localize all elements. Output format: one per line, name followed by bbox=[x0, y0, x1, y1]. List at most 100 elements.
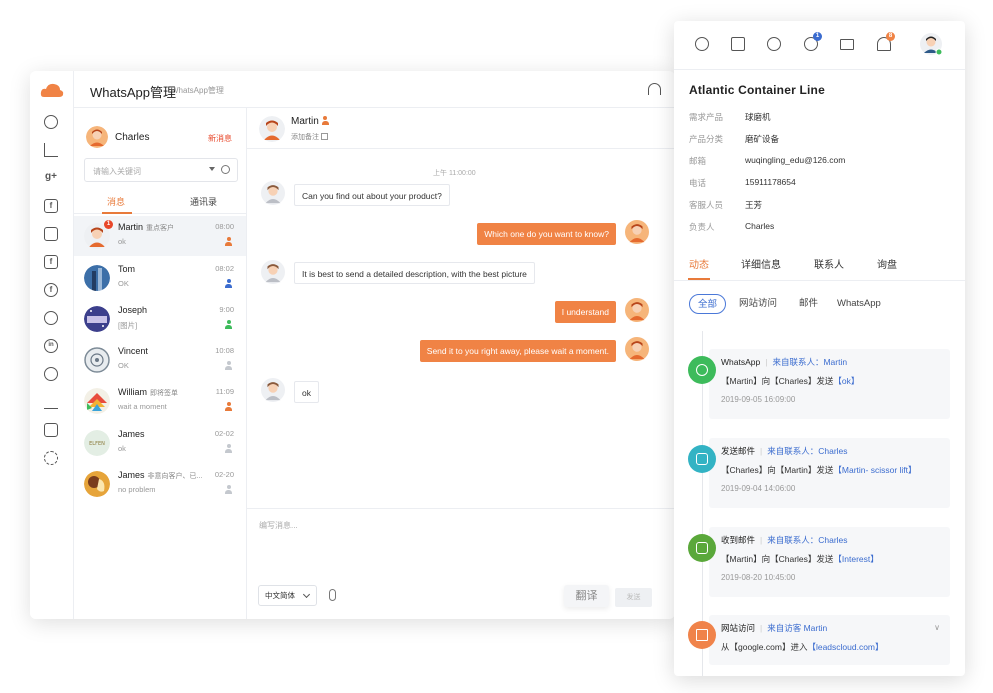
chart-icon[interactable] bbox=[44, 143, 58, 157]
facebook-alt-icon[interactable] bbox=[767, 37, 781, 51]
new-message-label[interactable]: 新消息 bbox=[208, 133, 232, 144]
inbox-icon[interactable] bbox=[44, 227, 58, 241]
tab-messages[interactable]: 消息 bbox=[107, 195, 125, 208]
list-item[interactable]: 1 Martin 重点客户 ok 08:00 bbox=[74, 216, 246, 256]
contact-name: Vincent bbox=[118, 346, 148, 356]
pie-icon[interactable] bbox=[44, 367, 58, 381]
expand-icon[interactable]: ∨ bbox=[934, 623, 940, 632]
list-item[interactable]: James 非意向客户、已... no problem 02-20 bbox=[74, 464, 246, 504]
event-title: 发送邮件 | 来自联系人：Charles bbox=[721, 446, 848, 456]
dashboard-icon[interactable] bbox=[44, 115, 58, 129]
bar-chart-icon[interactable] bbox=[44, 395, 58, 409]
linkedin-icon[interactable]: in bbox=[44, 339, 58, 353]
mail-icon[interactable] bbox=[840, 39, 854, 50]
panel-tabs: 动态 详细信息 联系人 询盘 bbox=[674, 251, 965, 281]
contact-name: William 即将签单 bbox=[118, 387, 178, 397]
avatar[interactable] bbox=[920, 33, 942, 55]
message-time: 02-02 bbox=[214, 429, 234, 438]
avatar bbox=[261, 260, 285, 284]
avatar bbox=[84, 347, 110, 373]
timeline-card[interactable]: WhatsApp | 来自联系人：Martin 【Martin】向【Charles】… bbox=[709, 349, 950, 419]
facebook-2-icon[interactable]: f bbox=[44, 255, 58, 269]
filter-email[interactable]: 邮件 bbox=[799, 294, 818, 314]
filter-whatsapp[interactable]: WhatsApp bbox=[837, 294, 881, 314]
avatar[interactable] bbox=[259, 116, 285, 142]
event-detail: 【Martin】向【Charles】发送【Interest】 bbox=[721, 554, 879, 564]
message-time: 08:02 bbox=[215, 264, 234, 273]
current-user: Charles bbox=[86, 126, 149, 148]
whatsapp-icon bbox=[688, 356, 716, 384]
avatar bbox=[261, 181, 285, 205]
message-input[interactable]: 编写消息... bbox=[259, 520, 298, 531]
timeline-card[interactable]: 发送邮件 | 来自联系人：Charles 【Charles】向【Martin】发送【… bbox=[709, 438, 950, 508]
headset-icon[interactable] bbox=[648, 83, 661, 95]
last-message: OK bbox=[118, 279, 129, 288]
conversation-list: Charles 新消息 请输入关键词 消息 通讯录 1 Martin 重点客户 o… bbox=[74, 108, 247, 619]
person-icon bbox=[225, 444, 232, 453]
avatar bbox=[261, 378, 285, 402]
list-item[interactable]: ELFEN James ok 02-02 bbox=[74, 423, 246, 463]
message-time: 02-20 bbox=[214, 470, 234, 479]
unread-badge: 1 bbox=[104, 220, 113, 229]
timeline-card[interactable]: 收到邮件 | 来自联系人：Charles 【Martin】向【Charles】发送【… bbox=[709, 527, 950, 597]
event-date: 2019-09-04 14:06:00 bbox=[721, 484, 796, 493]
tab-activity[interactable]: 动态 bbox=[689, 256, 709, 271]
panel-toolbar: 1 8 bbox=[674, 21, 965, 70]
message-bubble: Send it to you right away, please wait a… bbox=[419, 340, 616, 362]
last-message: [图片] bbox=[118, 321, 138, 330]
person-icon bbox=[225, 320, 232, 329]
whatsapp-icon[interactable] bbox=[44, 311, 58, 325]
chat-timestamp: 上午 11:00:00 bbox=[433, 170, 476, 177]
dropdown-icon[interactable] bbox=[209, 167, 215, 171]
add-note-link[interactable]: 添加备注 bbox=[291, 132, 328, 142]
svg-text:ELFEN: ELFEN bbox=[89, 441, 105, 447]
facebook-circle-icon[interactable]: f bbox=[44, 283, 58, 297]
facebook-icon[interactable] bbox=[695, 37, 709, 51]
search-box[interactable]: 请输入关键词 bbox=[84, 158, 238, 182]
contact-name: Martin 重点客户 bbox=[118, 222, 175, 232]
send-button[interactable]: 发送 bbox=[615, 588, 652, 607]
tab-contacts[interactable]: 通讯录 bbox=[190, 195, 217, 208]
top-bar: WhatsApp管理 WhatsApp管理 bbox=[74, 71, 675, 108]
filter-all[interactable]: 全部 bbox=[689, 294, 726, 314]
settings-icon[interactable] bbox=[44, 451, 58, 465]
tab-contacts[interactable]: 联系人 bbox=[814, 256, 844, 271]
monitor-icon[interactable] bbox=[731, 37, 745, 51]
translate-button[interactable]: 翻译 bbox=[564, 585, 609, 607]
contact-name: Joseph bbox=[118, 305, 148, 315]
list-item[interactable]: Vincent OK 10:08 bbox=[74, 340, 246, 380]
person-icon bbox=[225, 361, 232, 370]
search-icon[interactable] bbox=[221, 165, 230, 174]
contact-name: Tom bbox=[118, 264, 136, 274]
list-item[interactable]: Joseph [图片] 9:00 bbox=[74, 299, 246, 339]
icon-rail: g+ f f f in bbox=[30, 71, 74, 619]
attachment-icon[interactable] bbox=[329, 589, 336, 601]
filter-site-visit[interactable]: 网站访问 bbox=[739, 294, 777, 314]
avatar bbox=[84, 306, 110, 332]
email-sent-icon bbox=[688, 445, 716, 473]
language-select[interactable]: 中文简体 bbox=[258, 585, 317, 606]
person-icon bbox=[225, 485, 232, 494]
avatar bbox=[84, 265, 110, 291]
avatar bbox=[625, 337, 649, 361]
timeline-card[interactable]: 网站访问 | 来自访客 Martin 从【google.com】进入【leadscl… bbox=[709, 615, 950, 665]
site-visit-icon bbox=[688, 621, 716, 649]
avatar[interactable] bbox=[86, 126, 108, 148]
google-plus-icon[interactable]: g+ bbox=[44, 171, 58, 185]
list-item[interactable]: Tom OK 08:02 bbox=[74, 258, 246, 298]
message-bubble: ok bbox=[294, 381, 319, 403]
tab-inquiries[interactable]: 询盘 bbox=[877, 256, 897, 271]
tab-details[interactable]: 详细信息 bbox=[741, 256, 781, 271]
last-message: wait a moment bbox=[118, 402, 167, 411]
whatsapp-manager-window: g+ f f f in WhatsApp管理 WhatsApp管理 Charle… bbox=[30, 71, 675, 619]
list-tabs: 消息 通讯录 bbox=[74, 190, 247, 214]
search-input[interactable]: 请输入关键词 bbox=[93, 166, 141, 177]
list-item[interactable]: William 即将签单 wait a moment 11:09 bbox=[74, 381, 246, 421]
stock-icon[interactable] bbox=[44, 423, 58, 437]
page-subtitle: WhatsApp管理 bbox=[171, 86, 224, 95]
email-received-icon bbox=[688, 534, 716, 562]
whatsapp-badge: 1 bbox=[813, 32, 822, 41]
chat-header: Martin 添加备注 bbox=[247, 108, 675, 149]
facebook-icon[interactable]: f bbox=[44, 199, 58, 213]
message-bubble: I understand bbox=[554, 301, 616, 323]
